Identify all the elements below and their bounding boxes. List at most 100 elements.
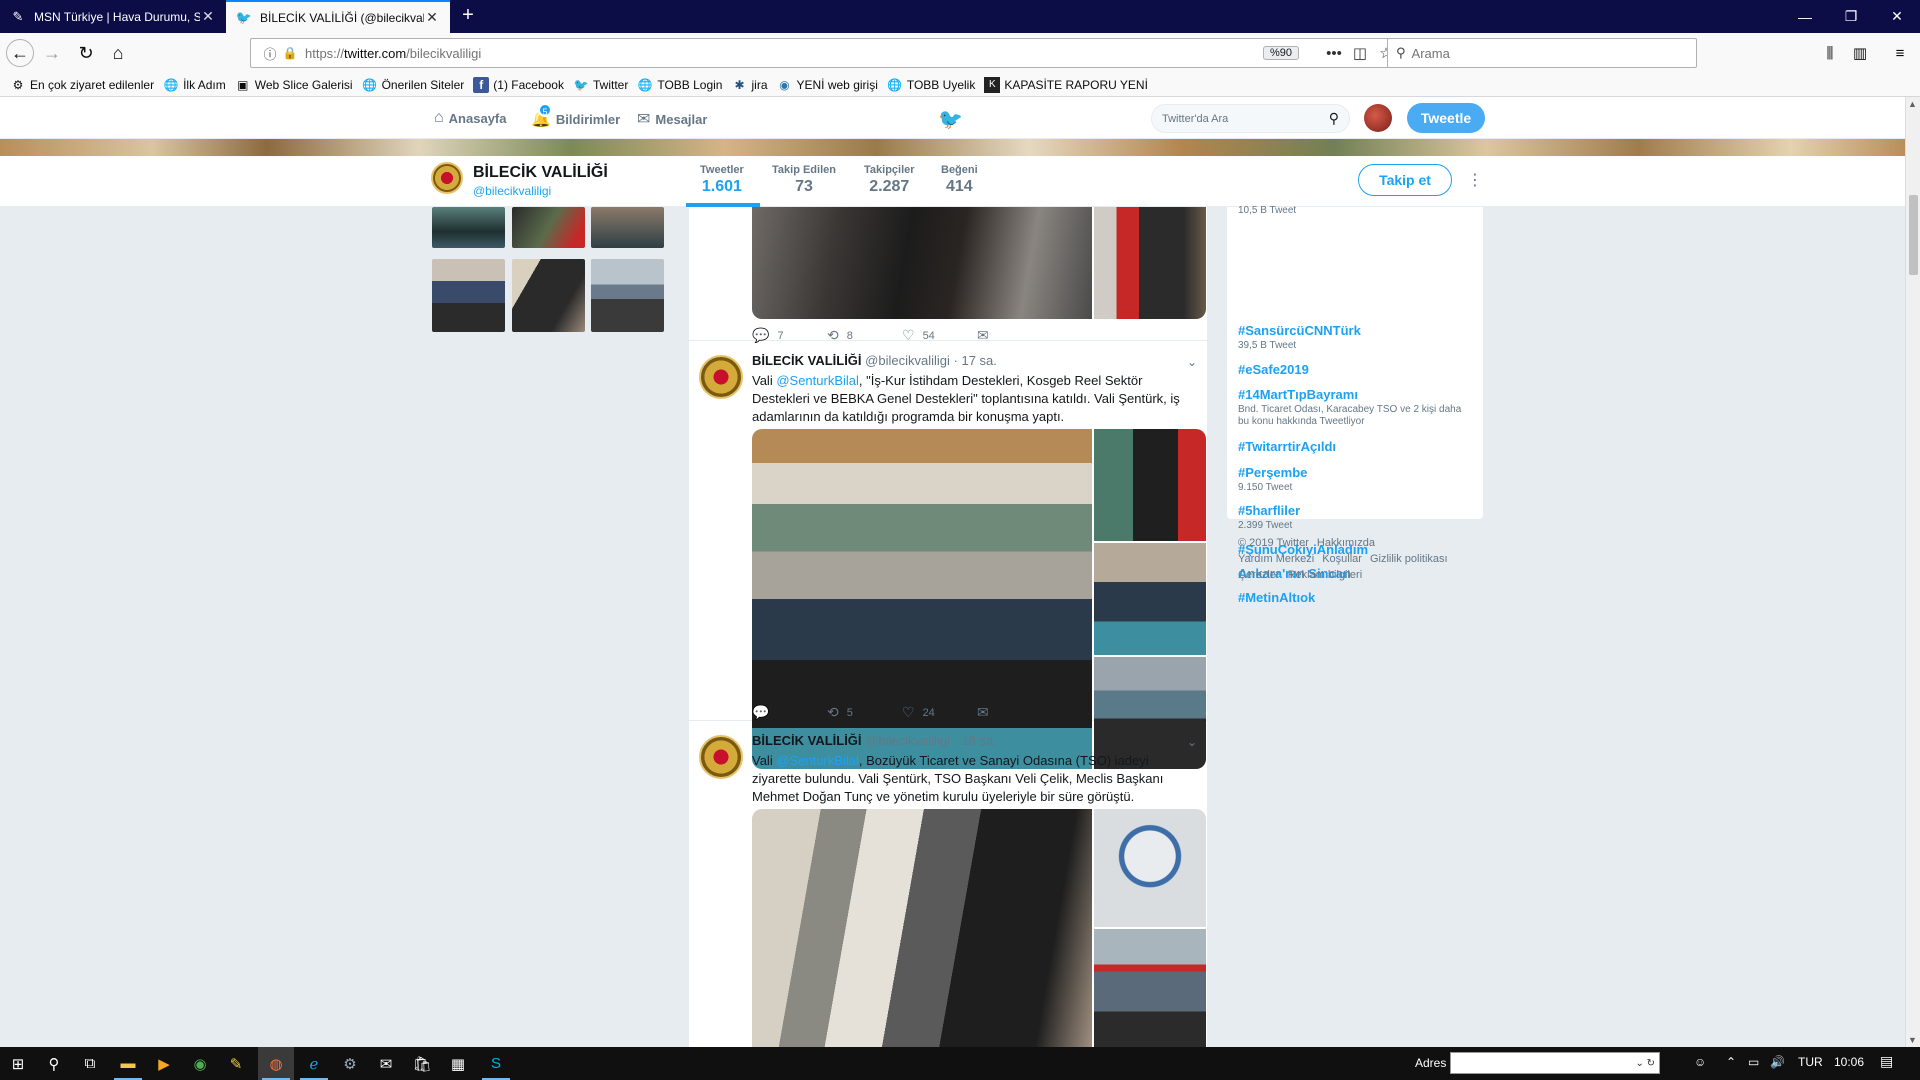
tweet-photo[interactable] [752, 809, 1092, 1047]
tray-arrow-icon[interactable]: ⌃ [1726, 1055, 1736, 1069]
sidebar-icon[interactable]: ▥ [1846, 39, 1874, 67]
stat-followers[interactable]: Takipçiler 2.287 [864, 164, 915, 196]
tweet-photo[interactable] [1094, 207, 1206, 319]
tweet-time[interactable]: · 18 sa. [954, 733, 997, 748]
tab-twitter[interactable]: 🐦 BİLECİK VALİLİĞİ (@bilecikvalili ✕ [226, 0, 450, 33]
bookmark-web-slice[interactable]: ▣ Web Slice Galerisi [235, 77, 352, 93]
tweet-media[interactable] [752, 207, 1206, 319]
forward-button[interactable]: → [38, 39, 66, 67]
tweet-author-name[interactable]: BİLECİK VALİLİĞİ [752, 353, 862, 368]
back-button[interactable]: ← [6, 39, 34, 67]
bookmark-facebook[interactable]: f (1) Facebook [473, 76, 564, 93]
network-app-icon[interactable]: ⚙ [332, 1047, 368, 1080]
mention-link[interactable]: @SenturkBilal [776, 373, 859, 388]
photo-thumbnail[interactable] [432, 207, 505, 248]
tweet[interactable]: 💬 7 ⟲ 8 ♡ 54 ✉ [689, 207, 1209, 343]
photo-thumbnail[interactable] [512, 259, 585, 332]
bookmark-yeni-web[interactable]: ◉ YENİ web girişi [777, 77, 878, 93]
scroll-down-icon[interactable]: ▼ [1908, 1035, 1917, 1045]
minimize-button[interactable]: — [1782, 0, 1828, 33]
trend-item[interactable]: #eSafe2019 [1238, 362, 1309, 377]
chevron-down-icon[interactable]: ⌄ [1187, 735, 1197, 749]
scroll-up-icon[interactable]: ▲ [1908, 99, 1917, 109]
chrome-icon[interactable]: ◉ [182, 1047, 218, 1080]
tweet-media[interactable] [752, 809, 1206, 1047]
bookmark-most-visited[interactable]: ⚙ En çok ziyaret edilenler [10, 77, 154, 93]
reply-button[interactable]: 💬 [752, 704, 827, 721]
library-icon[interactable]: ⫼ [1816, 39, 1844, 67]
search-icon[interactable]: ⚲ [36, 1047, 72, 1080]
stat-tweets[interactable]: Tweetler 1.601 [700, 164, 744, 196]
photo-thumbnail[interactable] [591, 259, 664, 332]
tweet-author-name[interactable]: BİLECİK VALİLİĞİ [752, 733, 862, 748]
chevron-down-icon[interactable]: ⌄ [1635, 1058, 1643, 1069]
stat-likes[interactable]: Beğeni 414 [941, 164, 978, 196]
zoom-indicator[interactable]: %90 [1262, 46, 1299, 60]
trend-item[interactable]: #14MartTıpBayramı Bnd. Ticaret Odası, Ka… [1238, 387, 1468, 428]
stat-following[interactable]: Takip Edilen 73 [772, 164, 836, 196]
bookmark-ilk-adim[interactable]: 🌐 İlk Adım [163, 77, 226, 93]
footer-link[interactable]: Koşullar [1322, 553, 1362, 565]
more-options-icon[interactable]: ⋮ [1467, 170, 1483, 190]
people-icon[interactable]: ☺ [1694, 1055, 1706, 1069]
tweet-photo[interactable] [1094, 809, 1206, 927]
task-view-icon[interactable]: ⧉ [72, 1047, 108, 1080]
scrollbar-thumb[interactable] [1909, 195, 1918, 275]
action-center-icon[interactable]: ▤ [1880, 1053, 1893, 1070]
notes-icon[interactable]: ✎ [218, 1047, 254, 1080]
trend-item[interactable]: 10,5 B Tweet [1238, 203, 1468, 217]
like-button[interactable]: ♡ 24 [902, 704, 977, 721]
twitter-search-input[interactable]: Twitter'da Ara ⚲ [1151, 104, 1350, 133]
profile-name[interactable]: BİLECİK VALİLİĞİ [473, 164, 608, 182]
trend-item[interactable]: #TwitarrtirAçıldı [1238, 439, 1336, 454]
internet-explorer-icon[interactable]: ℯ [296, 1047, 332, 1080]
retweet-button[interactable]: ⟲ 5 [827, 704, 902, 721]
footer-link[interactable]: Reklam bilgileri [1288, 569, 1363, 581]
photo-thumbnail[interactable] [512, 207, 585, 248]
media-player-icon[interactable]: ▶ [146, 1047, 182, 1080]
trend-item[interactable]: #MetinAltıok [1238, 590, 1315, 605]
photo-thumbnail[interactable] [591, 207, 664, 248]
footer-link[interactable]: Yardım Merkezi [1238, 553, 1314, 565]
tweet-photo[interactable] [1094, 429, 1206, 541]
bookmark-suggested-sites[interactable]: 🌐 Önerilen Siteler [362, 77, 464, 93]
restore-button[interactable]: ❐ [1828, 0, 1874, 33]
bookmark-kapasite[interactable]: K KAPASİTE RAPORU YENİ [984, 76, 1148, 93]
mail-icon[interactable]: ✉ [368, 1047, 404, 1080]
tweet-avatar[interactable] [699, 735, 743, 779]
footer-link[interactable]: Gizlilik politikası [1370, 553, 1448, 565]
url-text[interactable]: https://twitter.com/bilecikvaliligi [305, 46, 1263, 61]
nav-messages[interactable]: ✉ Mesajlar [637, 109, 707, 129]
twitter-bird-icon[interactable]: 🐦 [938, 107, 963, 132]
new-tab-button[interactable]: + [456, 4, 480, 27]
profile-handle[interactable]: @bilecikvaliligi [473, 184, 551, 198]
search-icon[interactable]: ⚲ [1329, 110, 1339, 127]
info-icon[interactable]: ⓘ [259, 44, 281, 63]
tab-msn[interactable]: ✎ MSN Türkiye | Hava Durumu, S ✕ [0, 0, 226, 33]
bookmark-tobb-uyelik[interactable]: 🌐 TOBB Uyelik [887, 77, 975, 93]
tweet-photo[interactable] [1094, 543, 1206, 655]
tweet-author-handle[interactable]: @bilecikvaliligi [865, 353, 950, 368]
address-toolbar-input[interactable]: ⌄ ↻ [1450, 1052, 1660, 1074]
user-avatar[interactable] [1364, 104, 1392, 132]
page-actions-icon[interactable]: ••• [1321, 45, 1347, 62]
clock[interactable]: 10:06 [1834, 1055, 1864, 1069]
windows-start-icon[interactable]: ⊞ [0, 1047, 36, 1080]
search-bar[interactable]: ⚲ Arama [1387, 38, 1697, 68]
follow-button[interactable]: Takip et [1358, 164, 1452, 196]
tweet[interactable]: BİLECİK VALİLİĞİ @bilecikvaliligi · 18 s… [689, 721, 1209, 1047]
page-scrollbar[interactable]: ▲ ▼ [1905, 97, 1920, 1047]
calculator-icon[interactable]: ▦ [440, 1047, 476, 1080]
tweet-photo[interactable] [1094, 929, 1206, 1047]
close-window-button[interactable]: ✕ [1874, 0, 1920, 33]
mention-link[interactable]: @SenturkBilal [776, 753, 859, 768]
tweet-photo[interactable] [752, 207, 1092, 319]
menu-icon[interactable]: ≡ [1886, 39, 1914, 67]
url-bar[interactable]: ⓘ 🔒 https://twitter.com/bilecikvaliligi … [250, 38, 1400, 68]
dm-button[interactable]: ✉ [977, 704, 1052, 721]
profile-avatar[interactable] [431, 162, 463, 194]
network-icon[interactable]: ▭ [1748, 1055, 1759, 1069]
skype-icon[interactable]: S [478, 1047, 514, 1080]
bookmark-twitter[interactable]: 🐦 Twitter [573, 77, 629, 93]
close-tab-icon[interactable]: ✕ [424, 9, 440, 26]
